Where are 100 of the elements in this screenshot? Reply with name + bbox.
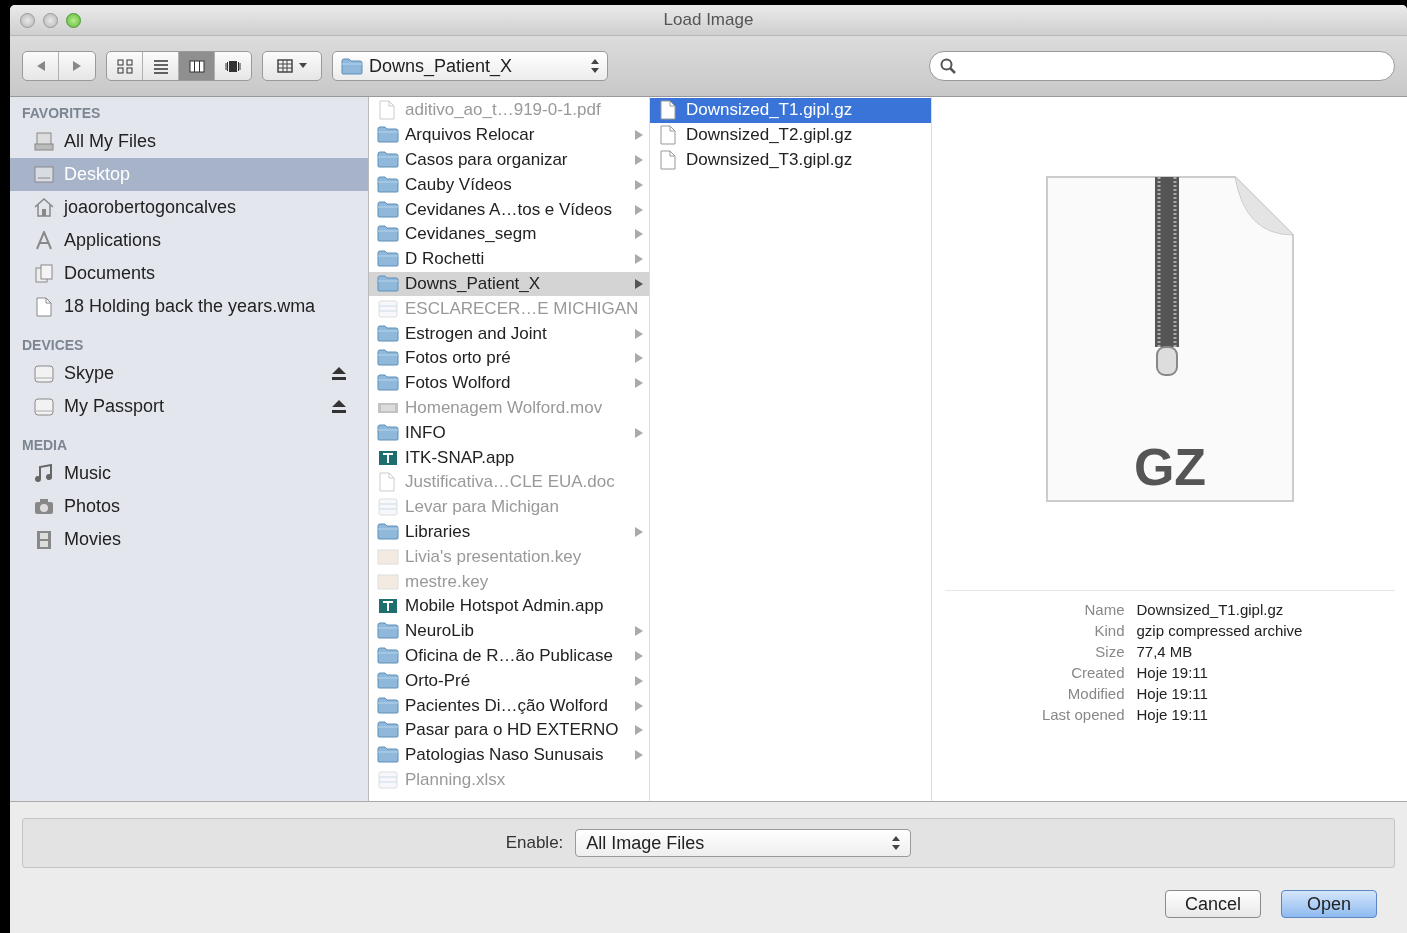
file-row[interactable]: Patologias Naso Sunusais (369, 742, 649, 768)
disclosure-arrow-icon (635, 353, 643, 364)
file-row[interactable]: Libraries (369, 519, 649, 545)
folder-icon (377, 621, 399, 642)
file-row[interactable]: Downs_Patient_X (369, 271, 649, 297)
disclosure-arrow-icon (635, 254, 643, 265)
disclosure-arrow-icon (635, 179, 643, 190)
open-button[interactable]: Open (1281, 890, 1377, 918)
caret-icon (299, 63, 307, 69)
section-heading: MEDIA (21, 436, 69, 455)
view-button[interactable] (179, 52, 215, 80)
search-icon (940, 58, 956, 74)
sidebar-item[interactable]: Documents (10, 257, 368, 290)
file-row[interactable]: Orto-Pré (369, 668, 649, 694)
up-down-arrows-icon (892, 836, 901, 850)
folder-icon (377, 695, 399, 716)
sidebar-item[interactable]: Music (10, 457, 368, 490)
file-row[interactable]: Cauby Vídeos (369, 172, 649, 198)
file-row[interactable]: Pasar para o HD EXTERNO (369, 717, 649, 743)
file-row[interactable]: Cevidanes_segm (369, 222, 649, 247)
eject-icon[interactable] (332, 400, 346, 413)
folder-icon (377, 670, 399, 691)
disclosure-arrow-icon (635, 278, 643, 289)
info-label: Created (1070, 664, 1125, 681)
spreadsheet-icon (377, 497, 399, 518)
disclosure-arrow-icon (635, 675, 643, 686)
folder-icon (341, 57, 363, 75)
disclosure-arrow-icon (635, 229, 643, 240)
info-value: Hoje 19:11 (1136, 664, 1209, 681)
sidebar-item[interactable]: All My Files (10, 125, 368, 158)
sidebar-item[interactable]: Applications (10, 224, 368, 257)
file-row[interactable]: Downsized_T1.gipl.gz (650, 98, 931, 123)
disclosure-arrow-icon (635, 650, 643, 661)
disclosure-arrow-icon (635, 130, 643, 141)
folder-icon (377, 199, 399, 220)
eject-icon[interactable] (332, 367, 346, 380)
disclosure-arrow-icon (635, 155, 643, 165)
window-title: Load Image (663, 10, 754, 29)
folder-icon (377, 323, 399, 344)
folder-icon (377, 150, 399, 170)
drive-icon (34, 396, 54, 417)
sidebar-item[interactable]: Skype (10, 357, 368, 390)
folder-icon (377, 373, 399, 394)
columns-icon (188, 58, 205, 74)
sidebar-item[interactable]: 18 Holding back the years.wma (10, 290, 368, 323)
view-mode-control[interactable] (106, 51, 252, 81)
arrange-button[interactable] (262, 51, 322, 81)
info-label: Name (1083, 601, 1125, 618)
disclosure-arrow-icon (635, 526, 643, 537)
sidebar-item[interactable]: joaorobertogoncalves (10, 191, 368, 224)
disclosure-arrow-icon (635, 328, 643, 339)
spreadsheet-icon (377, 298, 399, 319)
file-row[interactable]: Cevidanes A…tos e Vídeos (369, 197, 649, 222)
minimize-button[interactable] (43, 12, 58, 28)
slide-icon (377, 546, 399, 567)
info-label: Kind (1093, 622, 1125, 639)
file-row[interactable]: INFO (369, 420, 649, 446)
drawer-icon (34, 131, 54, 152)
file-row[interactable]: Oficina de R…ão Publicase (369, 643, 649, 669)
disclosure-arrow-icon (635, 204, 643, 215)
sidebar-item[interactable]: My Passport (10, 390, 368, 423)
sidebar-item[interactable]: Movies (10, 523, 368, 556)
file-row[interactable]: Downsized_T3.gipl.gz (650, 147, 931, 173)
path-dropdown[interactable]: Downs_Patient_X (332, 51, 608, 81)
file-row[interactable]: Fotos Wolford (369, 370, 649, 396)
section-heading: DEVICES (21, 336, 85, 355)
disclosure-arrow-icon (635, 750, 643, 761)
right-arrow-icon (72, 60, 82, 72)
filter-dropdown[interactable]: All Image Files (575, 829, 912, 857)
folder-icon (377, 720, 399, 741)
disclosure-arrow-icon (635, 378, 643, 389)
sidebar-item[interactable]: Photos (10, 490, 368, 523)
film-icon (34, 529, 54, 550)
file-row[interactable]: Fotos orto pré (369, 345, 649, 371)
info-label: Modified (1066, 685, 1125, 702)
zoom-button[interactable] (66, 12, 81, 28)
file-row[interactable]: Arquivos Relocar (369, 122, 649, 148)
folder-icon (377, 521, 399, 542)
search-field[interactable] (929, 51, 1395, 81)
file-row[interactable]: Estrogen and Joint (369, 321, 649, 346)
music-note-icon (34, 463, 54, 484)
disclosure-arrow-icon (635, 725, 643, 736)
file-row[interactable]: NeuroLib (369, 618, 649, 644)
slide-icon (377, 571, 399, 592)
file-row[interactable]: D Rochetti (369, 246, 649, 272)
coverflow-icon (225, 58, 241, 74)
navigation-control[interactable] (22, 51, 96, 81)
file-row[interactable]: Casos para organizar (369, 147, 649, 173)
file-row[interactable]: Mobile Hotspot Admin.app (369, 593, 649, 619)
file-row[interactable]: ITK-SNAP.app (369, 445, 649, 470)
close-button[interactable] (20, 12, 35, 28)
folder-icon (377, 645, 399, 666)
letter-a-icon (34, 230, 54, 251)
info-value: 77,4 MB (1136, 643, 1194, 660)
file-row[interactable]: Pacientes Di…ção Wolford (369, 693, 649, 718)
cancel-button[interactable]: Cancel (1165, 890, 1261, 918)
drive-icon (34, 363, 54, 384)
file-row[interactable]: Downsized_T2.gipl.gz (650, 122, 931, 148)
desktop-icon (34, 164, 54, 185)
camera-icon (34, 496, 54, 517)
